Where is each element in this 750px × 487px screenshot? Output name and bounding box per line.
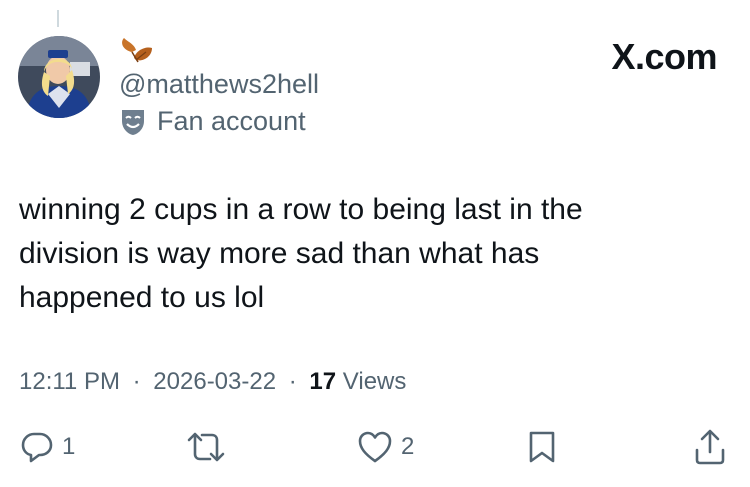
like-count: 2 [401, 433, 415, 460]
share-button[interactable] [693, 424, 727, 470]
tweet-meta: 12:11 PM · 2026-03-22 · 17 Views [19, 368, 406, 396]
bookmark-icon [529, 431, 555, 463]
like-button[interactable]: 2 [357, 424, 414, 470]
retweet-button[interactable] [185, 424, 227, 470]
meta-separator: · [288, 368, 297, 395]
bookmark-button[interactable] [527, 424, 557, 470]
avatar-image [18, 36, 100, 118]
retweet-icon [187, 432, 225, 462]
reply-button[interactable]: 1 [20, 424, 75, 470]
tweet-date[interactable]: 2026-03-22 [153, 368, 276, 395]
thread-connector-line [57, 10, 59, 27]
views-count: 17 [309, 368, 337, 395]
meta-separator: · [132, 368, 141, 395]
action-bar: 1 2 [0, 424, 750, 474]
heart-icon [358, 431, 392, 463]
reply-icon [21, 432, 53, 463]
tweet-text: winning 2 cups in a row to being last in… [19, 193, 583, 314]
share-icon [695, 429, 725, 465]
reply-count: 1 [62, 433, 76, 460]
views-label: Views [342, 368, 407, 395]
author-handle[interactable]: @matthews2hell [119, 69, 319, 100]
avatar[interactable] [18, 36, 100, 118]
author-label-text: Fan account [157, 106, 306, 136]
brand-logo-text: X.com [611, 36, 717, 77]
tweet-time[interactable]: 12:11 PM [19, 368, 120, 395]
autumn-leaves-icon [122, 38, 152, 63]
author-label: Fan account [119, 106, 306, 137]
theater-mask-icon [122, 109, 144, 135]
